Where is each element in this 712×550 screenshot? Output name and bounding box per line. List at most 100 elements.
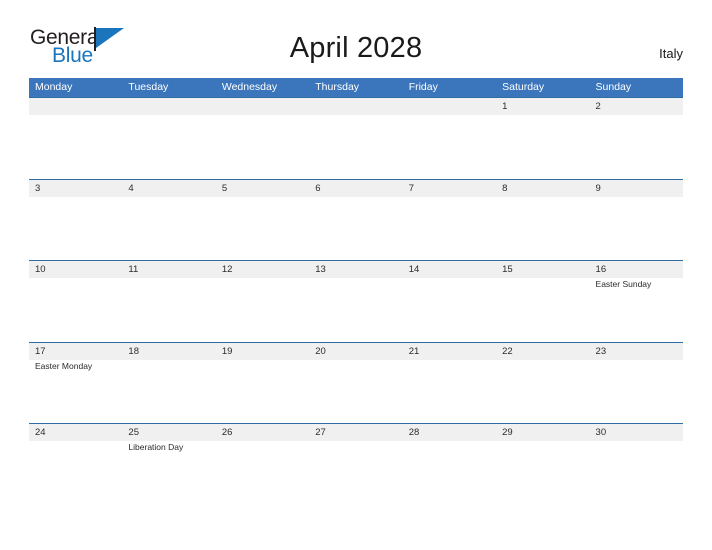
day-number-strip	[122, 179, 216, 197]
day-cell[interactable]	[402, 98, 497, 179]
day-header-thursday: Thursday	[315, 81, 360, 93]
day-number-strip	[402, 98, 497, 115]
day-cell[interactable]: 6	[309, 179, 403, 260]
calendar-grid: Monday Tuesday Wednesday Thursday Friday…	[29, 78, 683, 505]
day-number: 15	[502, 264, 513, 275]
day-cell[interactable]	[29, 98, 123, 179]
day-cell[interactable]: 18	[122, 342, 216, 423]
day-number: 29	[502, 427, 513, 438]
day-number-strip	[402, 179, 497, 197]
day-number: 13	[315, 264, 326, 275]
day-number: 24	[35, 427, 46, 438]
day-cell[interactable]: 9	[589, 179, 683, 260]
day-number-strip	[309, 98, 403, 115]
day-number-strip	[496, 179, 590, 197]
day-number-strip	[589, 98, 683, 115]
day-cell[interactable]: 23	[589, 342, 683, 423]
day-cell[interactable]: 11	[122, 261, 216, 342]
day-cell[interactable]	[309, 98, 403, 179]
day-number: 17	[35, 345, 46, 357]
day-number: 27	[315, 427, 326, 438]
day-event: Easter Sunday	[595, 279, 652, 289]
day-number: 12	[221, 264, 233, 275]
day-cell[interactable]: 25 Liberation Day	[122, 424, 216, 505]
day-cell[interactable]: 22	[496, 342, 590, 423]
week-row: 3 4 5 6 7 8 9	[29, 178, 683, 260]
day-number: 26	[221, 427, 233, 438]
day-number-strip	[309, 179, 403, 197]
day-number-strip	[496, 98, 590, 115]
week-row: 24 25 Liberation Day 26 27 28 29 30	[29, 423, 683, 505]
day-number: 21	[408, 345, 420, 357]
day-event: Easter Monday	[35, 360, 93, 371]
day-cell[interactable]: 4	[122, 179, 216, 260]
day-cell[interactable]: 21	[402, 342, 497, 423]
page-title: April 2028	[289, 32, 423, 64]
page-header: General Blue April 2028 Italy	[0, 0, 712, 76]
day-number: 30	[595, 427, 607, 438]
week-row: 17 Easter Monday 18 19 20 21 22 23	[29, 341, 683, 423]
day-cell[interactable]: 1	[496, 98, 590, 179]
day-cell[interactable]: 16 Easter Sunday	[589, 261, 683, 342]
calendar-page: General Blue April 2028 Italy Monday Tue…	[0, 0, 712, 550]
day-cell[interactable]: 8	[496, 179, 590, 260]
day-header-monday: Monday	[35, 81, 73, 93]
day-cell[interactable]	[215, 98, 310, 179]
day-number: 2	[595, 101, 601, 112]
day-cell[interactable]: 5	[215, 179, 310, 260]
day-number-strip	[122, 98, 216, 115]
day-cell[interactable]: 12	[215, 261, 310, 342]
week-row: 10 11 12 13 14 15 16 Easter Sunday	[29, 260, 683, 342]
day-number: 25	[128, 427, 139, 438]
day-number: 23	[595, 345, 607, 357]
country-label: Italy	[659, 46, 683, 61]
week-row: 1 2	[29, 97, 683, 179]
day-cell[interactable]: 26	[215, 424, 310, 505]
day-number: 16	[595, 264, 607, 275]
day-number: 18	[128, 345, 139, 357]
day-number: 5	[221, 182, 228, 194]
day-number-strip	[29, 179, 123, 197]
day-cell[interactable]: 24	[29, 424, 123, 505]
day-cell[interactable]: 10	[29, 261, 123, 342]
day-header-friday: Friday	[408, 81, 438, 93]
day-number: 19	[221, 345, 233, 357]
day-of-week-header-row: Monday Tuesday Wednesday Thursday Friday…	[29, 78, 683, 97]
day-cell[interactable]: 30	[589, 424, 683, 505]
day-number: 11	[128, 264, 139, 275]
day-header-saturday: Saturday	[502, 81, 545, 93]
day-number-strip	[215, 98, 310, 115]
day-cell[interactable]: 28	[402, 424, 497, 505]
day-number: 20	[315, 345, 326, 357]
day-number: 7	[408, 182, 414, 194]
day-number: 14	[408, 264, 420, 275]
day-cell[interactable]: 29	[496, 424, 590, 505]
day-cell[interactable]: 19	[215, 342, 310, 423]
day-number: 3	[35, 182, 41, 194]
day-cell[interactable]: 2	[589, 98, 683, 179]
day-number: 8	[502, 182, 508, 194]
day-event: Liberation Day	[128, 442, 184, 452]
day-cell[interactable]: 3	[29, 179, 123, 260]
day-number: 10	[35, 264, 46, 275]
day-cell[interactable]	[122, 98, 216, 179]
day-cell[interactable]: 20	[309, 342, 403, 423]
day-cell[interactable]: 15	[496, 261, 590, 342]
day-number: 22	[502, 345, 513, 357]
day-cell[interactable]: 17 Easter Monday	[29, 342, 123, 423]
day-cell[interactable]: 27	[309, 424, 403, 505]
day-header-wednesday: Wednesday	[221, 81, 278, 93]
day-number: 28	[408, 427, 420, 438]
day-cell[interactable]: 7	[402, 179, 497, 260]
day-number: 1	[502, 101, 508, 112]
day-number-strip	[29, 98, 123, 115]
day-cell[interactable]: 14	[402, 261, 497, 342]
day-header-tuesday: Tuesday	[128, 81, 169, 93]
day-number-strip	[589, 179, 683, 197]
day-header-sunday: Sunday	[595, 81, 632, 93]
day-number: 6	[315, 182, 321, 194]
day-number-strip	[215, 179, 310, 197]
day-number: 4	[128, 182, 134, 194]
day-number: 9	[595, 182, 601, 194]
day-cell[interactable]: 13	[309, 261, 403, 342]
